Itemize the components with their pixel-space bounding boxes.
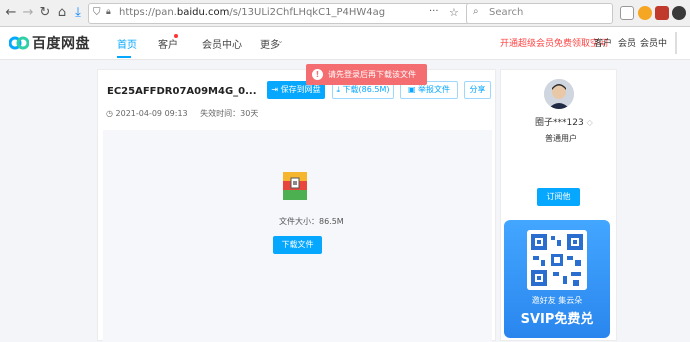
url-bar[interactable]: ⛉ 🔒︎ https://pan.baidu.com/s/13ULi2ChfLH…: [88, 3, 470, 24]
page-actions-icon[interactable]: ···: [429, 6, 439, 17]
follow-button[interactable]: 订阅他: [537, 188, 580, 206]
report-icon: ▣: [407, 85, 419, 94]
top-link-vip-center[interactable]: 会员中: [640, 36, 667, 49]
nav-vip[interactable]: 会员中心: [202, 36, 242, 51]
forward-icon[interactable]: →: [20, 5, 36, 21]
nav-client[interactable]: 客户: [158, 36, 178, 51]
user-card: 圈子***123 ◇ 普通用户 订阅他 邀好友 集云朵 SVIP免费兑: [500, 69, 617, 341]
baidu-pan-logo-icon[interactable]: [9, 34, 29, 50]
logo-text[interactable]: 百度网盘: [32, 33, 90, 53]
share-date: 2021-04-09 09:13: [115, 109, 188, 118]
promo-subtitle: 邀好友 集云朵: [531, 296, 583, 305]
browser-toolbar: ← → ↻ ⌂ ⤓ ⛉ 🔒︎ https://pan.baidu.com/s/1…: [0, 0, 690, 27]
dark-extension-icon[interactable]: [672, 6, 686, 20]
back-icon[interactable]: ←: [3, 5, 19, 21]
nav-home[interactable]: 首页: [117, 36, 137, 51]
share-button[interactable]: 分享: [464, 81, 491, 99]
search-input[interactable]: Search: [489, 7, 523, 18]
url-text: https://pan.baidu.com/s/13ULi2ChfLHqkC1_…: [119, 7, 386, 18]
save-icon: ⇥: [271, 85, 281, 94]
nav-active-underline: [117, 56, 131, 58]
archive-file-icon: [283, 172, 307, 200]
notification-extension-icon[interactable]: [638, 6, 652, 20]
vip-promo-link[interactable]: 开通超级会员免费领取空间: [500, 36, 608, 49]
new-dot-badge: [174, 34, 178, 38]
file-name: EC25AFFDR07A09M4G_0...: [107, 86, 257, 97]
shield-icon[interactable]: ⛉: [93, 7, 101, 18]
clock-icon: ◷: [106, 109, 116, 118]
toast-text: 请先登录后再下载该文件: [328, 70, 416, 79]
avatar[interactable]: [544, 79, 574, 109]
download-file-button[interactable]: 下载文件: [273, 236, 322, 254]
home-icon[interactable]: ⌂: [54, 5, 70, 21]
red-extension-icon[interactable]: [655, 6, 669, 20]
top-link-client[interactable]: 客户: [594, 36, 612, 49]
chevron-down-icon: ⌄: [277, 36, 284, 45]
diamond-icon: ◇: [586, 118, 593, 127]
error-icon: !: [312, 69, 323, 80]
user-name: 圈子***123 ◇: [535, 118, 593, 128]
bookmark-star-icon[interactable]: ☆: [449, 6, 459, 19]
download-icon[interactable]: ⤓: [70, 5, 86, 21]
header-divider: [675, 32, 690, 54]
file-size-text: 文件大小：86.5M: [279, 217, 344, 226]
expiry-text: 失效时间：30天: [200, 109, 259, 118]
lock-icon: 🔒︎: [106, 7, 111, 17]
user-level: 普通用户: [545, 134, 577, 143]
file-meta: ◷ 2021-04-09 09:13 失效时间：30天: [106, 108, 258, 119]
invite-promo-banner[interactable]: 邀好友 集云朵 SVIP免费兑: [504, 220, 610, 338]
app-header: 百度网盘 首页 客户 会员中心 更多 ⌄ 开通超级会员免费领取空间 客户 会员 …: [0, 27, 690, 60]
qr-code-icon: [527, 230, 587, 290]
file-share-card: EC25AFFDR07A09M4G_0... ⇥ 保存到网盘 ⤓ 下载(86.5…: [97, 69, 496, 342]
top-link-vip[interactable]: 会员: [618, 36, 636, 49]
search-icon: ⌕: [473, 6, 479, 17]
search-box[interactable]: ⌕ Search: [466, 3, 613, 24]
reload-icon[interactable]: ↻: [37, 5, 53, 21]
file-preview-area: 文件大小：86.5M 下载文件: [103, 130, 492, 342]
shield-extension-icon[interactable]: [620, 6, 634, 20]
login-required-toast: ! 请先登录后再下载该文件: [306, 64, 427, 85]
promo-title: SVIP免费兑: [520, 312, 594, 327]
